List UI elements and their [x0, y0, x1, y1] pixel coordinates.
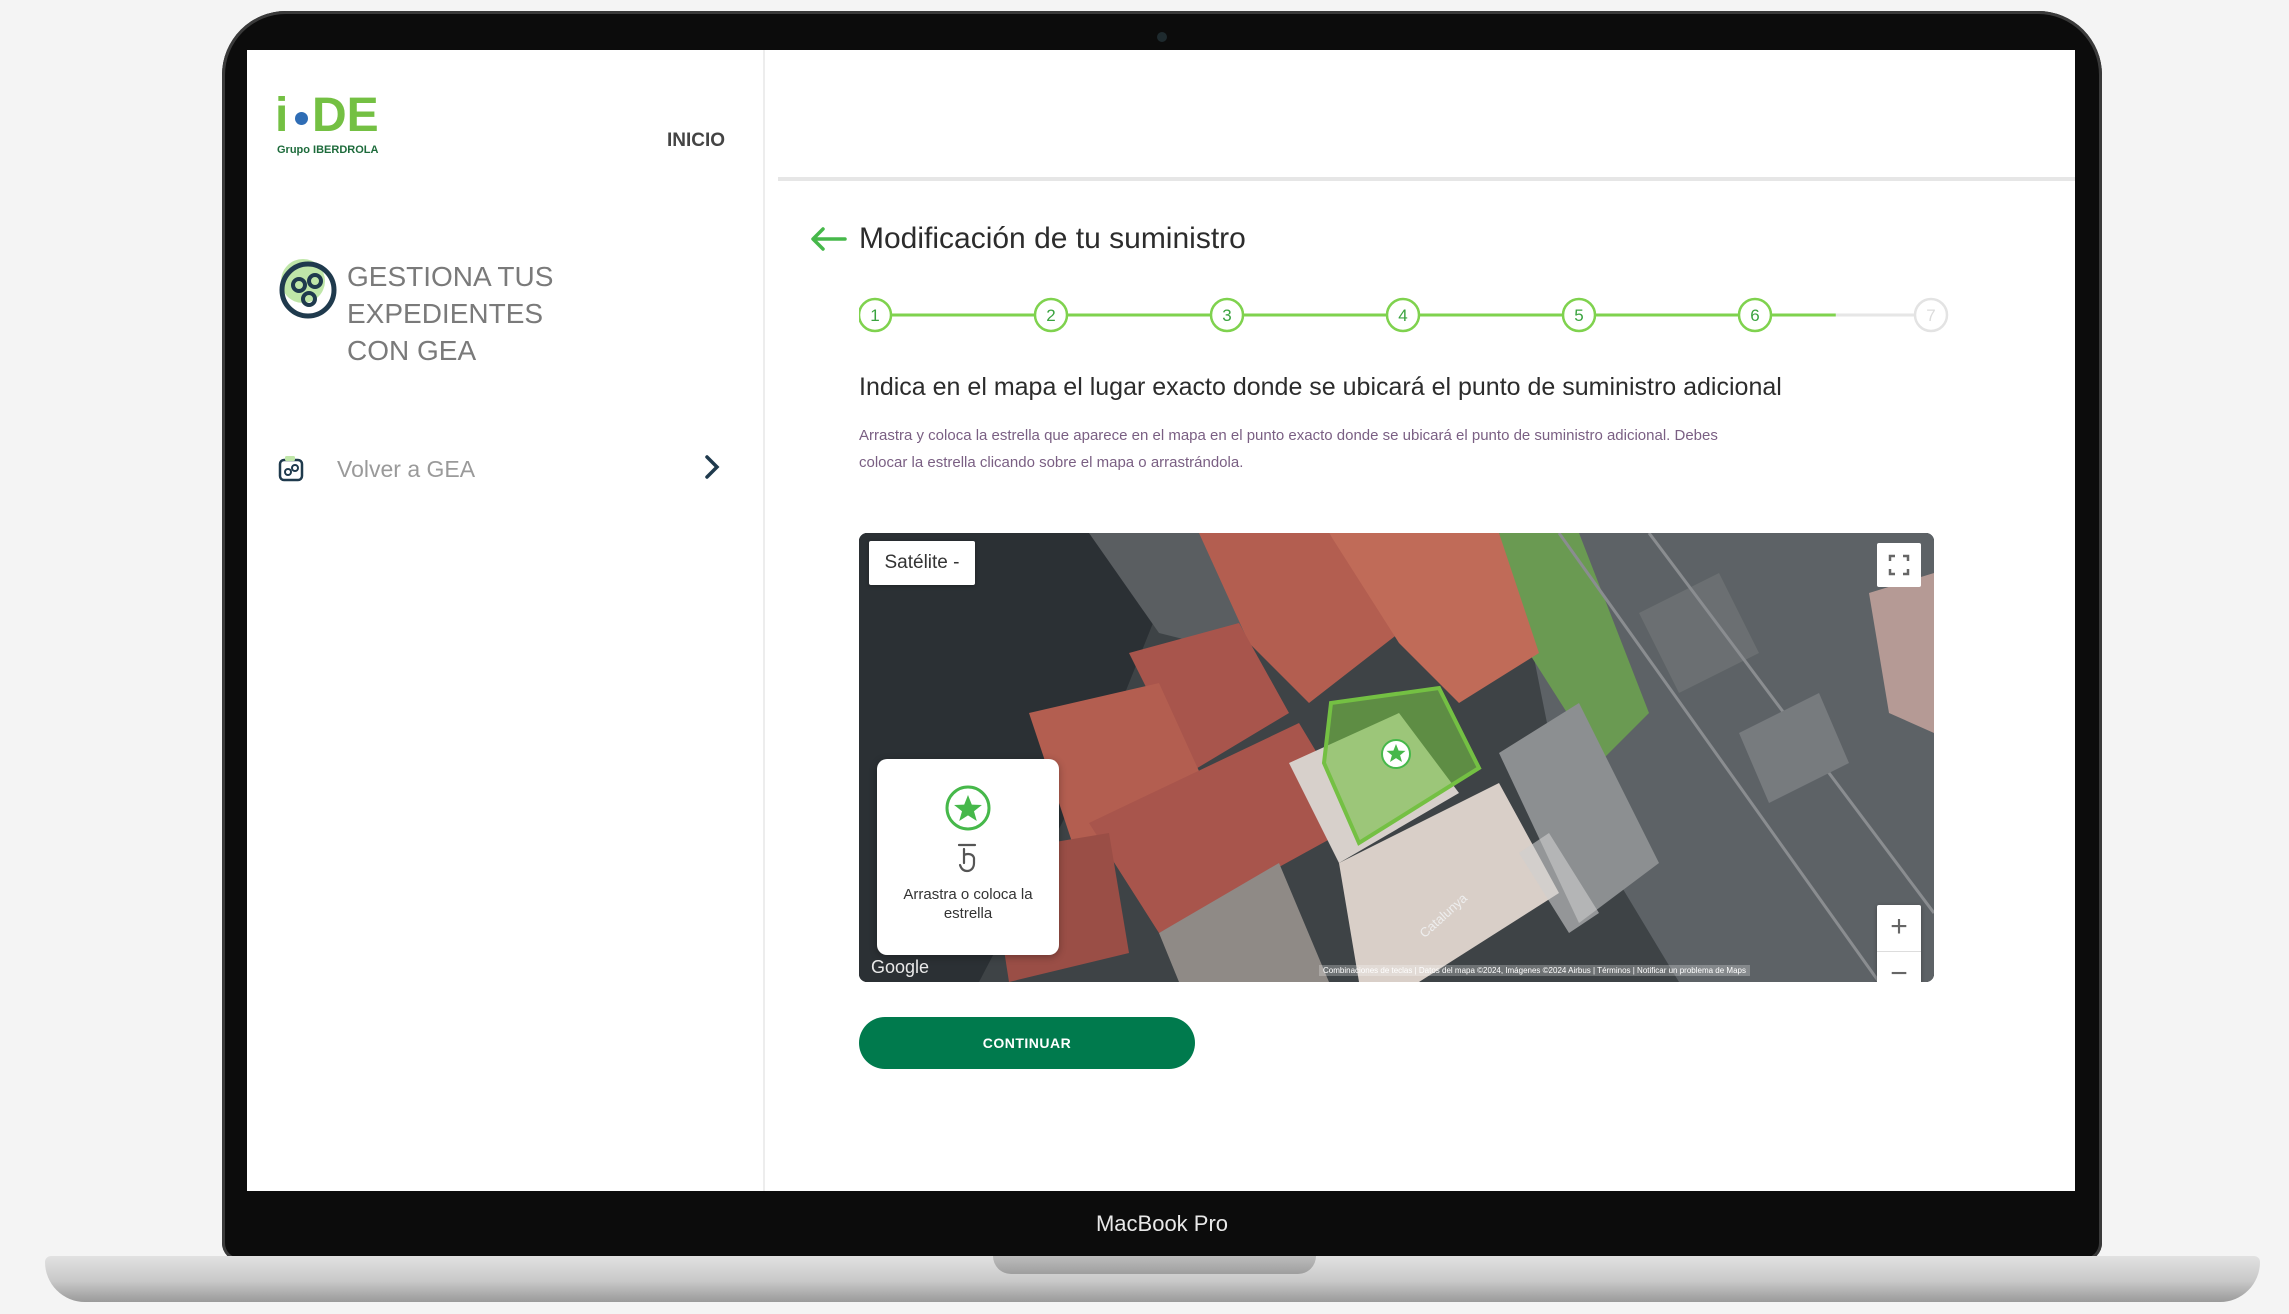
step-4-label: 4: [1398, 306, 1407, 325]
gea-title-line2: CON GEA: [347, 335, 477, 366]
zoom-out-button[interactable]: −: [1877, 952, 1921, 982]
drag-star-text: Arrastra o coloca la estrella: [903, 886, 1033, 922]
fullscreen-icon: [1888, 554, 1910, 576]
map-attribution[interactable]: Combinaciones de teclas | Datos del mapa…: [1319, 965, 1750, 976]
google-logo: Google: [871, 957, 930, 977]
laptop-notch: [993, 1256, 1316, 1274]
screen: i DE Grupo IBERDROLA INICIO GESTIONA TUS…: [247, 50, 2075, 1191]
help-line-2: colocar la estrella clicando sobre el ma…: [859, 454, 1244, 471]
drag-star-card[interactable]: Arrastra o coloca la estrella: [877, 759, 1059, 955]
zoom-in-button[interactable]: +: [1877, 905, 1921, 952]
gea-title-line1: GESTIONA TUS EXPEDIENTES: [347, 261, 554, 329]
logo-i: i: [275, 89, 289, 142]
logo-dot: [295, 112, 308, 125]
device-label: MacBook Pro: [1095, 1211, 1229, 1236]
logo-group: Grupo IBERDROLA: [277, 144, 379, 156]
help-line-1: Arrastra y coloca la estrella que aparec…: [859, 427, 1718, 444]
progress-stepper: 1 2 3 4 5 6 7: [859, 297, 1949, 333]
ide-logo[interactable]: i DE Grupo IBERDROLA: [275, 92, 385, 162]
continue-button[interactable]: CONTINUAR: [859, 1017, 1195, 1069]
zoom-controls: + −: [1877, 905, 1921, 982]
fullscreen-button[interactable]: [1877, 543, 1921, 587]
map-instruction-help: Arrastra y coloca la estrella que aparec…: [859, 422, 1879, 476]
gea-icon: [279, 259, 337, 319]
step-5-label: 5: [1574, 306, 1583, 325]
step-7-label: 7: [1926, 306, 1935, 325]
map-type-selector[interactable]: Satélite -: [869, 541, 975, 585]
chevron-right-icon: [705, 455, 720, 479]
hand-pointer-icon: [957, 843, 977, 873]
page-title: Modificación de tu suministro: [859, 222, 1246, 255]
nav-home-link[interactable]: INICIO: [667, 130, 725, 152]
location-star-icon[interactable]: [1379, 737, 1413, 771]
back-to-gea-label: Volver a GEA: [337, 456, 476, 482]
logo-de: DE: [312, 89, 379, 142]
top-bar: [778, 50, 2075, 181]
step-2-label: 2: [1046, 306, 1055, 325]
gea-title: GESTIONA TUS EXPEDIENTES CON GEA: [347, 258, 747, 369]
satellite-map[interactable]: Satélite - Arrastra o coloca la estrella…: [859, 533, 1934, 982]
step-1-label: 1: [870, 306, 879, 325]
camera: [1157, 32, 1167, 42]
back-to-gea-link[interactable]: Volver a GEA: [277, 450, 727, 490]
map-instruction-title: Indica en el mapa el lugar exacto donde …: [859, 373, 1782, 401]
gea-back-icon: [278, 456, 304, 482]
sidebar: i DE Grupo IBERDROLA INICIO GESTIONA TUS…: [247, 50, 765, 1191]
laptop-frame: i DE Grupo IBERDROLA INICIO GESTIONA TUS…: [222, 11, 2102, 1261]
step-3-label: 3: [1222, 306, 1231, 325]
star-icon: [945, 785, 991, 831]
back-arrow-icon[interactable]: [809, 226, 847, 252]
step-6-label: 6: [1750, 306, 1759, 325]
